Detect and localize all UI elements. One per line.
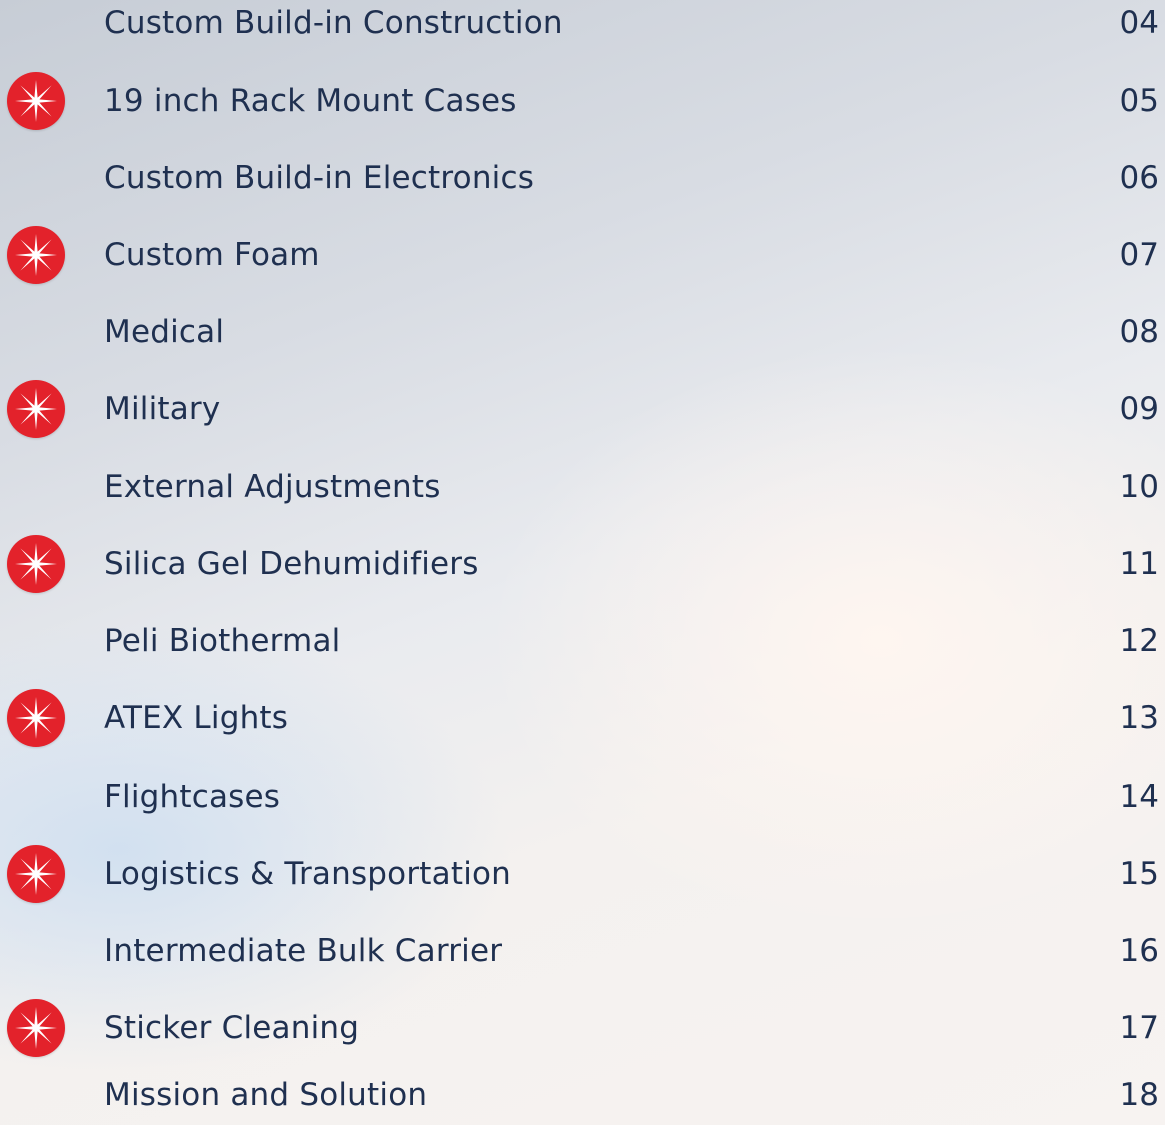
star-badge-icon	[7, 689, 65, 747]
toc-entry[interactable]: Logistics & Transportation 15	[0, 844, 1165, 904]
star-badge-icon	[7, 226, 65, 284]
toc-entry[interactable]: Mission and Solution 18	[0, 1065, 1165, 1125]
toc-entry-title: Intermediate Bulk Carrier	[104, 933, 503, 969]
toc-entry-title: 19 inch Rack Mount Cases	[104, 83, 517, 119]
toc-entry-title: External Adjustments	[104, 469, 441, 505]
toc-entry[interactable]: 19 inch Rack Mount Cases 05	[0, 71, 1165, 131]
star-badge-icon	[7, 999, 65, 1057]
star-badge-icon	[7, 72, 65, 130]
toc-entry-title: Military	[104, 391, 221, 427]
toc-entry[interactable]: Sticker Cleaning 17	[0, 998, 1165, 1058]
star-badge-icon	[7, 845, 65, 903]
toc-entry[interactable]: ATEX Lights 13	[0, 688, 1165, 748]
toc-entry-page: 04	[1119, 5, 1159, 41]
toc-entry-title: Logistics & Transportation	[104, 856, 512, 892]
toc-entry[interactable]: External Adjustments 10	[0, 457, 1165, 517]
toc-entry-page: 15	[1119, 856, 1159, 892]
toc-entry[interactable]: Military 09	[0, 379, 1165, 439]
toc-entry-page: 14	[1119, 779, 1159, 815]
toc-entry[interactable]: Flightcases 14	[0, 767, 1165, 827]
toc-entry[interactable]: Custom Build-in Construction 04	[0, 0, 1165, 53]
toc-entry-title: Custom Build-in Electronics	[104, 160, 535, 196]
toc-entry[interactable]: Peli Biothermal 12	[0, 611, 1165, 671]
toc-entry-page: 12	[1119, 623, 1159, 659]
toc-entry-page: 07	[1119, 237, 1159, 273]
toc-entry-title: Flightcases	[104, 779, 281, 815]
toc-entry-page: 11	[1119, 546, 1159, 582]
star-badge-icon	[7, 380, 65, 438]
toc-entry[interactable]: Custom Foam 07	[0, 225, 1165, 285]
toc-entry-title: ATEX Lights	[104, 700, 289, 736]
toc-entry[interactable]: Intermediate Bulk Carrier 16	[0, 921, 1165, 981]
star-badge-icon	[7, 535, 65, 593]
toc-entry[interactable]: Silica Gel Dehumidifiers 11	[0, 534, 1165, 594]
toc-entry-page: 10	[1119, 469, 1159, 505]
toc-entry-title: Custom Build-in Construction	[104, 5, 563, 41]
toc-entry-page: 05	[1119, 83, 1159, 119]
toc-entry-title: Custom Foam	[104, 237, 320, 273]
toc-entry-page: 18	[1119, 1077, 1159, 1113]
toc-entry-page: 17	[1119, 1010, 1159, 1046]
toc-entry-title: Silica Gel Dehumidifiers	[104, 546, 479, 582]
toc-entry-title: Sticker Cleaning	[104, 1010, 360, 1046]
toc-entry-title: Mission and Solution	[104, 1077, 428, 1113]
toc-entry[interactable]: Custom Build-in Electronics 06	[0, 148, 1165, 208]
toc-entry-page: 08	[1119, 314, 1159, 350]
toc-entry-page: 16	[1119, 933, 1159, 969]
toc-entry[interactable]: Medical 08	[0, 302, 1165, 362]
toc-entry-page: 06	[1119, 160, 1159, 196]
toc-entry-title: Medical	[104, 314, 225, 350]
toc-entry-title: Peli Biothermal	[104, 623, 341, 659]
toc-entry-page: 09	[1119, 391, 1159, 427]
toc-entry-page: 13	[1119, 700, 1159, 736]
